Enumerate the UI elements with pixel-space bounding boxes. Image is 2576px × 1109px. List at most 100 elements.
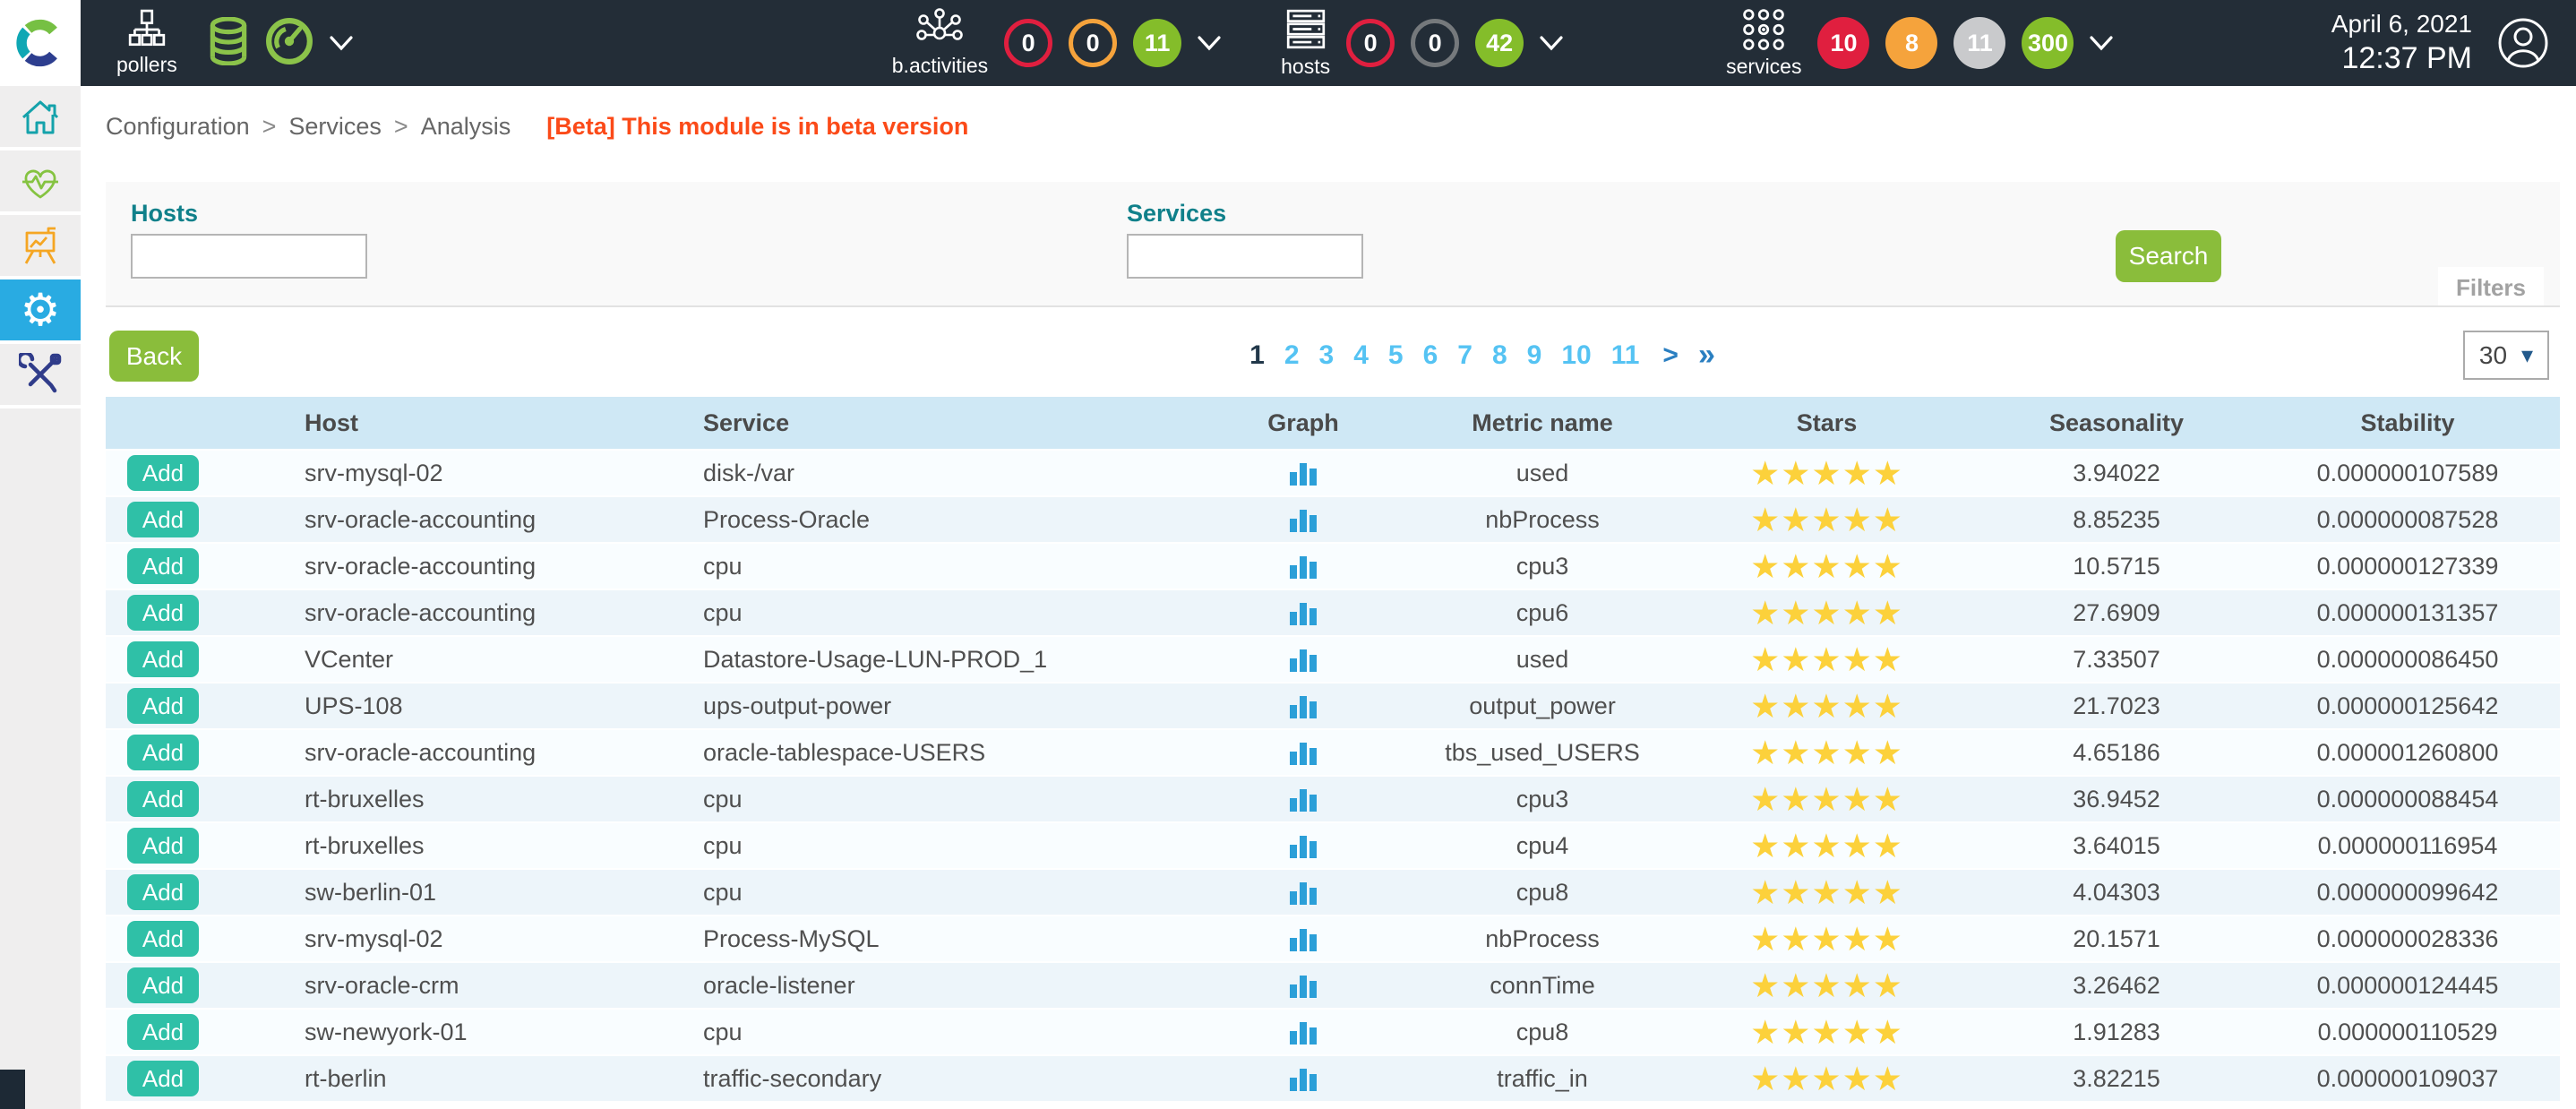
page-link-6[interactable]: 6 bbox=[1423, 340, 1438, 371]
row-metric: used bbox=[1409, 460, 1676, 487]
breadcrumb-services[interactable]: Services bbox=[288, 113, 382, 141]
row-host: srv-oracle-accounting bbox=[305, 599, 703, 627]
business-activities-menu[interactable]: b.activities bbox=[892, 8, 988, 78]
row-stars: ★★★★★ bbox=[1676, 597, 1978, 630]
back-button[interactable]: Back bbox=[109, 331, 199, 382]
graph-icon[interactable] bbox=[1288, 833, 1318, 860]
hosts-unreachable-badge[interactable]: 0 bbox=[1411, 19, 1459, 67]
page-size-select[interactable]: 30 bbox=[2463, 331, 2549, 380]
page-link-11[interactable]: 11 bbox=[1611, 340, 1640, 371]
services-menu[interactable]: services bbox=[1726, 7, 1801, 79]
row-stability: 0.000000125642 bbox=[2255, 692, 2560, 720]
services-critical-badge[interactable]: 10 bbox=[1817, 17, 1869, 69]
table-row: Add rt-bruxelles cpu cpu3 ★★★★★ 36.9452 … bbox=[106, 777, 2560, 823]
add-button[interactable]: Add bbox=[127, 735, 199, 770]
row-host: UPS-108 bbox=[305, 692, 703, 720]
add-button[interactable]: Add bbox=[127, 595, 199, 631]
services-warning-badge[interactable]: 8 bbox=[1885, 17, 1937, 69]
row-metric: cpu3 bbox=[1409, 786, 1676, 813]
hosts-chevron-down-icon[interactable] bbox=[1538, 33, 1565, 53]
add-button[interactable]: Add bbox=[127, 781, 199, 817]
add-button[interactable]: Add bbox=[127, 967, 199, 1003]
table-row: Add UPS-108 ups-output-power output_powe… bbox=[106, 683, 2560, 730]
graph-icon[interactable] bbox=[1288, 880, 1318, 907]
pollers-menu[interactable]: pollers bbox=[116, 9, 177, 77]
pagination-last-icon[interactable]: » bbox=[1698, 338, 1715, 373]
breadcrumb-separator: > bbox=[262, 113, 277, 141]
add-button[interactable]: Add bbox=[127, 455, 199, 491]
hosts-menu[interactable]: hosts bbox=[1281, 7, 1330, 79]
hosts-down-badge[interactable]: 0 bbox=[1346, 19, 1395, 67]
add-button[interactable]: Add bbox=[127, 548, 199, 584]
graph-icon[interactable] bbox=[1288, 600, 1318, 627]
row-stars: ★★★★★ bbox=[1676, 783, 1978, 816]
row-metric: cpu8 bbox=[1409, 879, 1676, 907]
add-button[interactable]: Add bbox=[127, 688, 199, 724]
ba-critical-badge[interactable]: 0 bbox=[1004, 19, 1052, 67]
centreon-logo[interactable] bbox=[0, 0, 81, 86]
graph-icon[interactable] bbox=[1288, 693, 1318, 720]
latency-gauge-icon[interactable] bbox=[265, 17, 313, 70]
analysis-table: Host Service Graph Metric name Stars Sea… bbox=[106, 397, 2560, 1103]
sidebar-item-reporting[interactable] bbox=[0, 215, 81, 279]
add-button[interactable]: Add bbox=[127, 921, 199, 957]
services-filter-input[interactable] bbox=[1127, 234, 1363, 279]
breadcrumb-analysis[interactable]: Analysis bbox=[421, 113, 511, 141]
add-button[interactable]: Add bbox=[127, 502, 199, 537]
pagination-next-icon[interactable]: > bbox=[1662, 340, 1679, 371]
add-button[interactable]: Add bbox=[127, 874, 199, 910]
page-link-8[interactable]: 8 bbox=[1492, 340, 1507, 371]
graph-icon[interactable] bbox=[1288, 787, 1318, 813]
pollers-chevron-down-icon[interactable] bbox=[328, 33, 355, 53]
graph-icon[interactable] bbox=[1288, 647, 1318, 674]
graph-icon[interactable] bbox=[1288, 926, 1318, 953]
services-unknown-badge[interactable]: 11 bbox=[1953, 17, 2005, 69]
sidebar-item-monitoring[interactable] bbox=[0, 150, 81, 215]
graph-cell bbox=[1198, 1018, 1409, 1046]
ba-warning-badge[interactable]: 0 bbox=[1069, 19, 1117, 67]
graph-icon[interactable] bbox=[1288, 460, 1318, 487]
graph-cell bbox=[1198, 1064, 1409, 1093]
business-activities-label: b.activities bbox=[892, 54, 988, 78]
services-chevron-down-icon[interactable] bbox=[2088, 33, 2115, 53]
graph-icon[interactable] bbox=[1288, 740, 1318, 767]
page-link-5[interactable]: 5 bbox=[1388, 340, 1404, 371]
row-stability: 0.000000116954 bbox=[2255, 832, 2560, 860]
sidebar: ⚙ bbox=[0, 86, 81, 1109]
search-button[interactable]: Search bbox=[2116, 230, 2221, 282]
page-link-10[interactable]: 10 bbox=[1561, 340, 1591, 371]
page-link-1[interactable]: 1 bbox=[1249, 340, 1265, 371]
graph-icon[interactable] bbox=[1288, 1066, 1318, 1093]
hosts-filter-input[interactable] bbox=[131, 234, 367, 279]
page-link-9[interactable]: 9 bbox=[1527, 340, 1542, 371]
hosts-icon bbox=[1284, 7, 1328, 52]
services-ok-badge[interactable]: 300 bbox=[2022, 17, 2074, 69]
add-button[interactable]: Add bbox=[127, 641, 199, 677]
row-host: VCenter bbox=[305, 646, 703, 674]
hosts-up-badge[interactable]: 42 bbox=[1475, 19, 1524, 67]
ba-chevron-down-icon[interactable] bbox=[1196, 33, 1223, 53]
page-link-2[interactable]: 2 bbox=[1284, 340, 1300, 371]
sidebar-item-administration[interactable] bbox=[0, 344, 81, 408]
page-link-7[interactable]: 7 bbox=[1457, 340, 1473, 371]
row-metric: nbProcess bbox=[1409, 506, 1676, 534]
add-button[interactable]: Add bbox=[127, 828, 199, 864]
sidebar-item-home[interactable] bbox=[0, 86, 81, 150]
breadcrumb-configuration[interactable]: Configuration bbox=[106, 113, 250, 141]
page-link-3[interactable]: 3 bbox=[1319, 340, 1335, 371]
sidebar-item-configuration[interactable]: ⚙ bbox=[0, 279, 81, 344]
ba-ok-badge[interactable]: 11 bbox=[1133, 19, 1181, 67]
page-link-4[interactable]: 4 bbox=[1353, 340, 1369, 371]
graph-icon[interactable] bbox=[1288, 507, 1318, 534]
graph-icon[interactable] bbox=[1288, 554, 1318, 580]
add-button[interactable]: Add bbox=[127, 1014, 199, 1050]
user-avatar[interactable] bbox=[2497, 17, 2549, 69]
row-stars: ★★★★★ bbox=[1676, 503, 1978, 537]
row-metric: nbProcess bbox=[1409, 925, 1676, 953]
graph-icon[interactable] bbox=[1288, 973, 1318, 1000]
graph-icon[interactable] bbox=[1288, 1019, 1318, 1046]
add-button[interactable]: Add bbox=[127, 1061, 199, 1096]
row-stability: 0.000000087528 bbox=[2255, 506, 2560, 534]
database-status-icon[interactable] bbox=[208, 17, 249, 70]
row-host: srv-oracle-accounting bbox=[305, 506, 703, 534]
